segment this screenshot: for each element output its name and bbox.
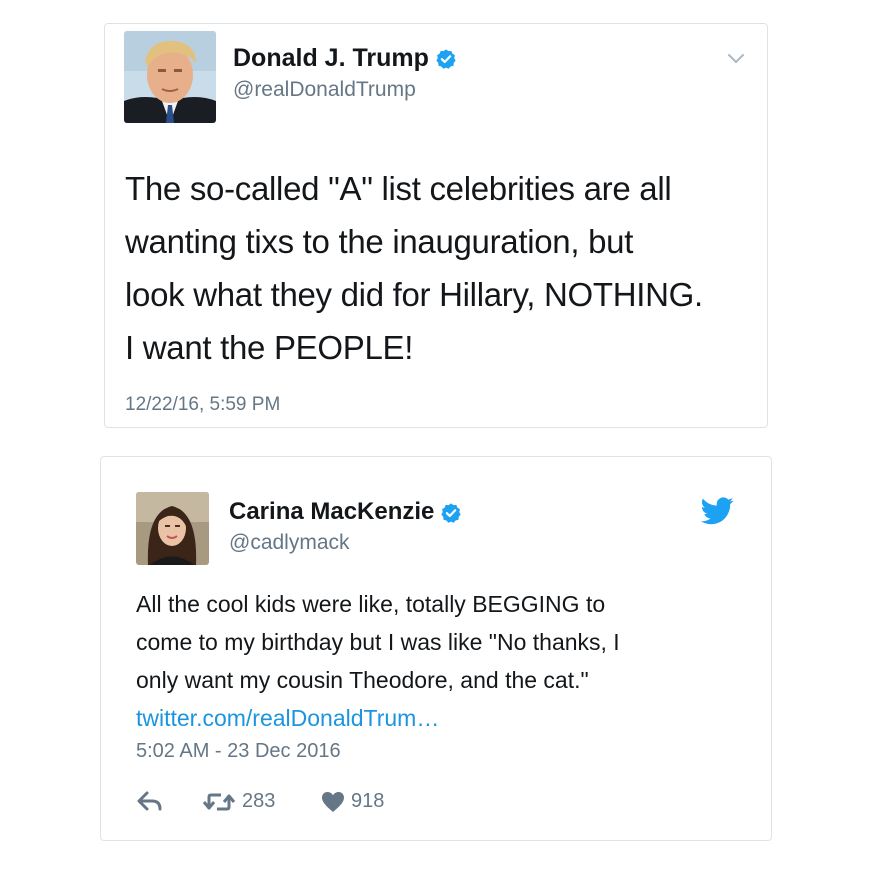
avatar[interactable] xyxy=(136,492,209,565)
tweet-card-1: Donald J. Trump @realDonaldTrump The so-… xyxy=(104,23,768,428)
tweet-text: All the cool kids were like, totally BEG… xyxy=(136,585,766,737)
chevron-down-icon[interactable] xyxy=(727,52,745,66)
reply-icon xyxy=(137,791,162,811)
tweet-text-line: only want my cousin Theodore, and the ca… xyxy=(136,667,589,693)
tweet-text: The so-called "A" list celebrities are a… xyxy=(125,162,765,374)
tweet-text-line: come to my birthday but I was like "No t… xyxy=(136,629,620,655)
author-name[interactable]: Donald J. Trump xyxy=(233,44,457,73)
tweet-text-line: wanting tixs to the inauguration, but xyxy=(125,223,634,260)
retweet-count: 283 xyxy=(242,790,276,812)
author-name-text: Carina MacKenzie xyxy=(229,498,435,525)
retweet-button[interactable]: 283 xyxy=(202,790,275,813)
avatar[interactable] xyxy=(124,31,216,123)
reply-button[interactable] xyxy=(136,790,162,812)
author-handle[interactable]: @cadlymack xyxy=(229,531,350,555)
avatar-image xyxy=(136,492,209,565)
tweet-link[interactable]: twitter.com/realDonaldTrum… xyxy=(136,699,766,737)
author-name[interactable]: Carina MacKenzie xyxy=(229,498,462,526)
tweet-text-line: I want the PEOPLE! xyxy=(125,329,414,366)
tweet-card-2: Carina MacKenzie @cadlymack All the cool… xyxy=(100,456,772,841)
tweet-text-line: All the cool kids were like, totally BEG… xyxy=(136,591,606,617)
like-count: 918 xyxy=(351,790,385,812)
retweet-icon xyxy=(202,793,236,810)
twitter-bird-icon[interactable] xyxy=(701,497,734,525)
tweet-text-line: The so-called "A" list celebrities are a… xyxy=(125,170,672,207)
tweet-timestamp[interactable]: 5:02 AM - 23 Dec 2016 xyxy=(136,740,341,763)
avatar-image xyxy=(124,31,216,123)
heart-icon xyxy=(322,791,344,812)
tweet-timestamp[interactable]: 12/22/16, 5:59 PM xyxy=(125,394,280,416)
like-button[interactable]: 918 xyxy=(321,790,384,813)
verified-badge-icon xyxy=(436,49,456,70)
author-handle[interactable]: @realDonaldTrump xyxy=(233,78,416,102)
tweet-text-line: look what they did for Hillary, NOTHING. xyxy=(125,276,703,313)
verified-badge-icon xyxy=(441,503,462,523)
author-name-text: Donald J. Trump xyxy=(233,44,429,72)
